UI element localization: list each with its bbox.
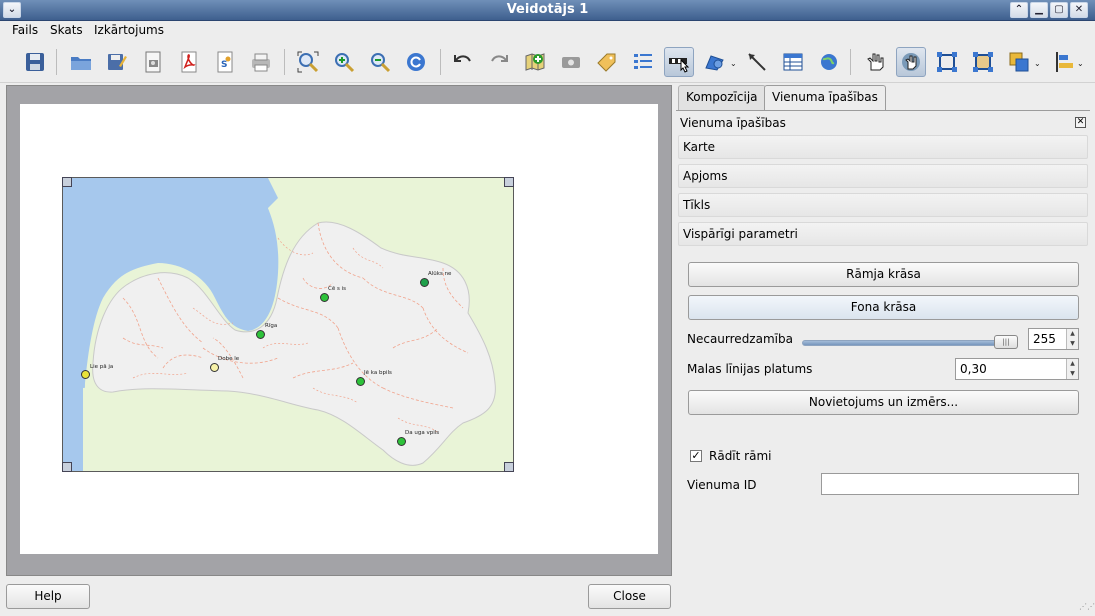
- align-dropdown-chevron-icon[interactable]: ⌄: [1077, 59, 1084, 68]
- export-image-icon[interactable]: [138, 47, 168, 77]
- city-label-liepaja: Lie pā ja: [90, 364, 114, 370]
- resize-handle-bottom-right[interactable]: [504, 462, 514, 472]
- select-move-item-icon[interactable]: [860, 47, 890, 77]
- move-item-content-icon[interactable]: [896, 47, 926, 77]
- menu-file[interactable]: Fails: [12, 23, 38, 37]
- city-marker-jekabpils: [356, 377, 365, 386]
- open-folder-icon[interactable]: [66, 47, 96, 77]
- close-panel-icon[interactable]: ✕: [1075, 117, 1086, 128]
- opacity-spinbox[interactable]: 255 ▲ ▼: [1028, 328, 1079, 350]
- ungroup-items-icon[interactable]: [968, 47, 998, 77]
- print-icon[interactable]: [246, 47, 276, 77]
- svg-text:S: S: [221, 60, 227, 70]
- maximize-icon[interactable]: ▢: [1050, 2, 1068, 18]
- resize-grip-icon[interactable]: ⋰⋰: [1079, 602, 1095, 614]
- outline-width-label: Malas līnijas platums: [687, 362, 813, 376]
- window-menu-chevron-icon[interactable]: ⌄: [3, 2, 21, 18]
- map-graphic: [63, 178, 513, 471]
- item-id-input[interactable]: [821, 473, 1079, 495]
- city-marker-dobele: [210, 363, 219, 372]
- properties-panel: Kompozīcija Vienuma īpašības Vienuma īpa…: [676, 85, 1090, 576]
- tab-item-properties[interactable]: Vienuma īpašības: [764, 85, 886, 111]
- city-label-aluksne: Alūks ne: [428, 271, 452, 277]
- city-marker-cesis: [320, 293, 329, 302]
- raise-items-icon[interactable]: [1004, 47, 1034, 77]
- city-label-jekabpils: Jē ka bpils: [364, 370, 392, 376]
- section-grid[interactable]: Tīkls: [678, 193, 1088, 217]
- tab-composition[interactable]: Kompozīcija: [678, 85, 766, 110]
- undo-icon[interactable]: [448, 47, 478, 77]
- background-color-button[interactable]: Fona krāsa: [688, 295, 1079, 320]
- opacity-value: 255: [1033, 332, 1056, 346]
- item-properties-body: Vienuma īpašības ✕ Karte Apjoms Tīkls Vi…: [676, 110, 1090, 576]
- collapse-chevron-icon[interactable]: ⌃: [1010, 2, 1028, 18]
- close-window-icon[interactable]: ✕: [1070, 2, 1088, 18]
- map-item[interactable]: Lie pā ja Dobe le Rīga Cē s is Alūks ne …: [62, 177, 514, 472]
- group-items-icon[interactable]: [932, 47, 962, 77]
- save-icon[interactable]: [20, 47, 50, 77]
- zoom-full-icon[interactable]: [293, 47, 323, 77]
- close-button[interactable]: Close: [588, 584, 671, 609]
- menu-layout[interactable]: Izkārtojums: [94, 23, 164, 37]
- raise-dropdown-chevron-icon[interactable]: ⌄: [1034, 59, 1041, 68]
- export-svg-icon[interactable]: S: [210, 47, 240, 77]
- toolbar: S ⌄ ⌄ ⌄: [0, 41, 1095, 83]
- outline-width-spinbox[interactable]: 0,30 ▲ ▼: [955, 358, 1079, 380]
- opacity-label: Necaurredzamība: [687, 332, 793, 346]
- resize-handle-top-right[interactable]: [504, 177, 514, 187]
- add-shape-icon[interactable]: [700, 47, 730, 77]
- section-general-options[interactable]: Vispārīgi parametri: [678, 222, 1088, 246]
- menu-view[interactable]: Skats: [50, 23, 83, 37]
- item-id-label: Vienuma ID: [687, 478, 757, 492]
- title-bar: ⌄ Veidotājs 1 ⌃ ▁ ▢ ✕: [0, 0, 1095, 21]
- redo-icon[interactable]: [484, 47, 514, 77]
- city-marker-daugavpils: [397, 437, 406, 446]
- zoom-in-icon[interactable]: [329, 47, 359, 77]
- opacity-slider[interactable]: [802, 340, 1018, 346]
- opacity-slider-handle[interactable]: |||: [994, 335, 1018, 349]
- position-size-button[interactable]: Novietojums un izmērs...: [688, 390, 1079, 415]
- menu-bar: Fails Skats Izkārtojums: [0, 21, 1095, 41]
- panel-tabs: Kompozīcija Vienuma īpašības: [678, 85, 1088, 111]
- paper-page: Lie pā ja Dobe le Rīga Cē s is Alūks ne …: [20, 104, 658, 554]
- frame-color-button[interactable]: Rāmja krāsa: [688, 262, 1079, 287]
- city-label-dobele: Dobe le: [218, 356, 240, 362]
- align-items-icon[interactable]: [1050, 47, 1080, 77]
- section-map[interactable]: Karte: [678, 135, 1088, 159]
- window-title: Veidotājs 1: [506, 2, 589, 17]
- add-scalebar-icon[interactable]: [664, 47, 694, 77]
- show-frame-checkbox[interactable]: ✓: [690, 450, 702, 462]
- add-legend-icon[interactable]: [628, 47, 658, 77]
- resize-handle-bottom-left[interactable]: [62, 462, 72, 472]
- resize-handle-top-left[interactable]: [62, 177, 72, 187]
- save-as-icon[interactable]: [102, 47, 132, 77]
- composer-canvas[interactable]: Lie pā ja Dobe le Rīga Cē s is Alūks ne …: [6, 85, 672, 576]
- city-marker-liepaja: [81, 370, 90, 379]
- export-pdf-icon[interactable]: [174, 47, 204, 77]
- city-marker-aluksne: [420, 278, 429, 287]
- outline-width-value: 0,30: [960, 362, 987, 376]
- outline-width-spin-arrows-icon[interactable]: ▲ ▼: [1066, 359, 1078, 379]
- panel-title: Vienuma īpašības: [680, 116, 786, 130]
- add-html-icon[interactable]: [814, 47, 844, 77]
- minimize-icon[interactable]: ▁: [1030, 2, 1048, 18]
- city-marker-riga: [256, 330, 265, 339]
- section-extent[interactable]: Apjoms: [678, 164, 1088, 188]
- city-label-daugavpils: Da uga vpils: [405, 430, 440, 436]
- show-frame-label: Rādīt rāmi: [709, 449, 772, 463]
- zoom-out-icon[interactable]: [365, 47, 395, 77]
- city-label-cesis: Cē s is: [328, 286, 346, 292]
- shape-dropdown-chevron-icon[interactable]: ⌄: [730, 59, 737, 68]
- refresh-icon[interactable]: [401, 47, 431, 77]
- opacity-spin-arrows-icon[interactable]: ▲ ▼: [1066, 329, 1078, 349]
- add-map-icon[interactable]: [520, 47, 550, 77]
- city-label-riga: Rīga: [265, 323, 278, 329]
- add-arrow-icon[interactable]: [742, 47, 772, 77]
- add-table-icon[interactable]: [778, 47, 808, 77]
- help-button[interactable]: Help: [6, 584, 90, 609]
- add-image-icon[interactable]: [556, 47, 586, 77]
- add-label-icon[interactable]: [592, 47, 622, 77]
